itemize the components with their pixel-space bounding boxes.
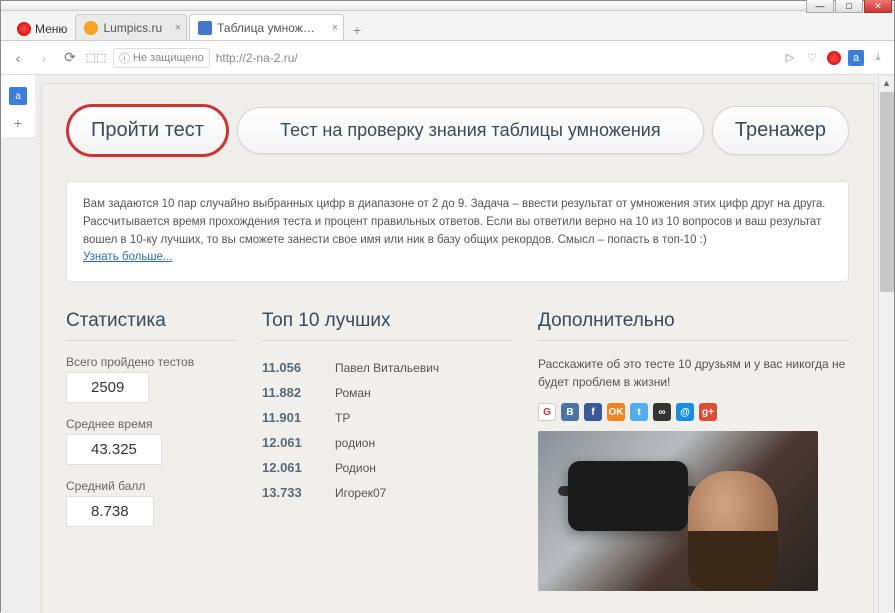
top10-row: 12.061 родион (262, 430, 512, 455)
social-share-icon[interactable]: g+ (699, 403, 717, 421)
social-share-row: GBf OK t ∞ @ g+ (538, 403, 849, 421)
top10-name: Павел Витальевич (335, 361, 439, 375)
social-share-icon[interactable]: @ (676, 403, 694, 421)
info-icon: ⓘ (119, 50, 130, 66)
page-content: Пройти тест Тест на проверку знания табл… (41, 83, 874, 613)
social-share-icon[interactable]: f (584, 403, 602, 421)
sidebar-ext-icon[interactable]: a (9, 87, 27, 105)
browser-menu-button[interactable]: Меню (9, 18, 75, 40)
top10-row: 12.061 Родион (262, 455, 512, 480)
main-nav: Пройти тест Тест на проверку знания табл… (66, 104, 849, 157)
top10-score: 12.061 (262, 435, 317, 450)
extra-title: Дополнительно (538, 310, 849, 341)
window-titlebar: — □ ✕ (1, 1, 894, 11)
send-icon[interactable]: ▷ (782, 50, 798, 66)
top10-title: Топ 10 лучших (262, 310, 512, 341)
address-field[interactable]: ⓘ Не защищено http://2-na-2.ru/ (113, 48, 774, 68)
learn-more-link[interactable]: Узнать больше... (83, 251, 173, 263)
stat-avgscore-value: 8.738 (66, 496, 154, 527)
address-bar: ‹ › ⟳ ⬚⬚ ⓘ Не защищено http://2-na-2.ru/… (1, 41, 894, 75)
sidebar-add-button[interactable]: + (1, 109, 35, 137)
vertical-scrollbar[interactable]: ▲ (878, 75, 894, 613)
social-share-icon[interactable]: G (538, 403, 556, 421)
window-close-button[interactable]: ✕ (864, 0, 892, 13)
promo-image (538, 431, 818, 591)
social-share-icon[interactable]: t (630, 403, 648, 421)
new-tab-button[interactable]: + (346, 20, 368, 40)
security-label: Не защищено (133, 52, 204, 64)
window-minimize-button[interactable]: — (806, 0, 834, 13)
translate-ext-icon[interactable]: a (848, 50, 864, 66)
speed-dial-button[interactable]: ⬚⬚ (87, 49, 105, 67)
top10-row: 13.733 Игорек07 (262, 480, 512, 505)
favicon-icon (84, 21, 98, 35)
top10-row: 11.882 Роман (262, 380, 512, 405)
tab-close-icon[interactable]: × (332, 22, 338, 34)
stats-title: Статистика (66, 310, 236, 341)
download-icon[interactable]: ⤓ (870, 50, 886, 66)
description-block: Вам задаются 10 пар случайно выбранных ц… (66, 181, 849, 282)
tab-close-icon[interactable]: × (175, 22, 181, 34)
stats-column: Статистика Всего пройдено тестов 2509 Ср… (66, 310, 236, 591)
opera-icon (17, 22, 31, 36)
favicon-icon (198, 21, 212, 35)
top10-score: 11.056 (262, 360, 317, 375)
opera-ext-icon[interactable] (826, 50, 842, 66)
back-button[interactable]: ‹ (9, 49, 27, 67)
page-heading-text: Тест на проверку знания таблицы умножени… (280, 120, 660, 140)
page-heading-pill: Тест на проверку знания таблицы умножени… (237, 107, 704, 154)
stat-avgtime-value: 43.325 (66, 434, 162, 465)
extra-column: Дополнительно Расскажите об это тесте 10… (538, 310, 849, 591)
forward-button[interactable]: › (35, 49, 53, 67)
social-share-icon[interactable]: OK (607, 403, 625, 421)
window-maximize-button[interactable]: □ (835, 0, 863, 13)
stat-avgscore-label: Средний балл (66, 479, 236, 493)
top10-score: 12.061 (262, 460, 317, 475)
take-test-button[interactable]: Пройти тест (66, 104, 229, 157)
description-text: Вам задаются 10 пар случайно выбранных ц… (83, 198, 826, 246)
tab-label: Таблица умножения трен (217, 21, 319, 35)
security-badge[interactable]: ⓘ Не защищено (113, 48, 210, 68)
tab-strip: Меню Lumpics.ru × Таблица умножения трен… (1, 11, 894, 41)
scroll-up-arrow[interactable]: ▲ (879, 75, 894, 91)
scroll-thumb[interactable] (880, 92, 894, 292)
menu-label: Меню (35, 22, 67, 36)
stat-avgtime-label: Среднее время (66, 417, 236, 431)
top10-name: Родион (335, 461, 376, 475)
page-viewport: a + Пройти тест Тест на проверку знания … (1, 75, 894, 613)
social-share-icon[interactable]: ∞ (653, 403, 671, 421)
social-share-icon[interactable]: B (561, 403, 579, 421)
stat-total-value: 2509 (66, 372, 149, 403)
top10-row: 11.056 Павел Витальевич (262, 355, 512, 380)
stat-total-label: Всего пройдено тестов (66, 355, 236, 369)
top10-score: 11.882 (262, 385, 317, 400)
extra-text: Расскажите об это тесте 10 друзьям и у в… (538, 355, 849, 391)
url-text: http://2-na-2.ru/ (216, 51, 298, 65)
top10-name: Роман (335, 386, 371, 400)
bookmark-icon[interactable]: ♡ (804, 50, 820, 66)
tab-lumpics[interactable]: Lumpics.ru × (75, 14, 187, 40)
trainer-button[interactable]: Тренажер (712, 106, 849, 155)
take-test-label: Пройти тест (91, 119, 204, 141)
top10-score: 13.733 (262, 485, 317, 500)
top10-column: Топ 10 лучших 11.056 Павел Витальевич 11.8… (262, 310, 512, 591)
top10-name: Игорек07 (335, 486, 386, 500)
reload-button[interactable]: ⟳ (61, 49, 79, 67)
browser-sidebar: a + (1, 75, 35, 137)
top10-row: 11.901 ТР (262, 405, 512, 430)
tab-current[interactable]: Таблица умножения трен × (189, 14, 344, 40)
top10-name: ТР (335, 411, 350, 425)
trainer-label: Тренажер (735, 119, 826, 141)
tab-label: Lumpics.ru (103, 21, 162, 35)
top10-name: родион (335, 436, 375, 450)
top10-score: 11.901 (262, 410, 317, 425)
